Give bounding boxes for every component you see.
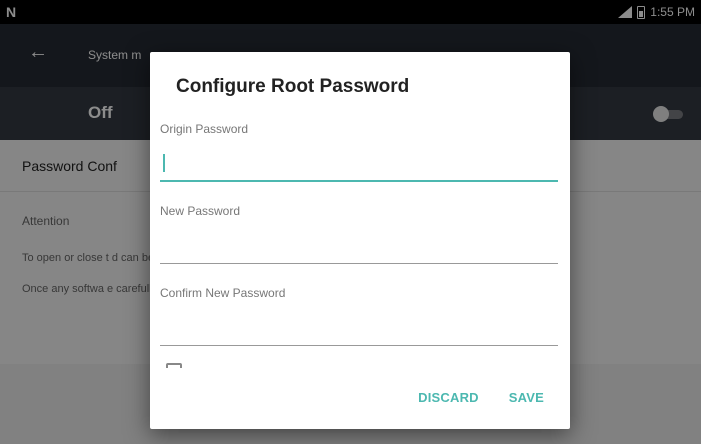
confirm-password-field: Confirm New Password [160,286,558,346]
dialog-actions: DISCARD SAVE [418,390,544,405]
confirm-password-underline [160,345,558,346]
origin-password-label: Origin Password [160,122,249,136]
origin-password-underline [160,180,558,182]
new-password-input[interactable] [160,226,558,262]
confirm-password-input[interactable] [160,308,558,344]
scroll-edge [150,368,570,382]
new-password-label: New Password [160,204,241,218]
new-password-underline [160,263,558,264]
origin-password-input[interactable] [160,144,558,180]
discard-button[interactable]: DISCARD [418,390,479,405]
configure-root-password-dialog: Configure Root Password Origin Password … [150,52,570,429]
new-password-field: New Password [160,204,558,264]
new-password-input-wrap [160,226,558,264]
text-cursor [163,154,165,172]
dialog-title: Configure Root Password [176,76,410,97]
origin-password-field: Origin Password [160,122,558,182]
confirm-password-input-wrap [160,308,558,346]
origin-password-input-wrap [160,144,558,182]
confirm-password-label: Confirm New Password [160,286,286,300]
save-button[interactable]: SAVE [509,390,544,405]
